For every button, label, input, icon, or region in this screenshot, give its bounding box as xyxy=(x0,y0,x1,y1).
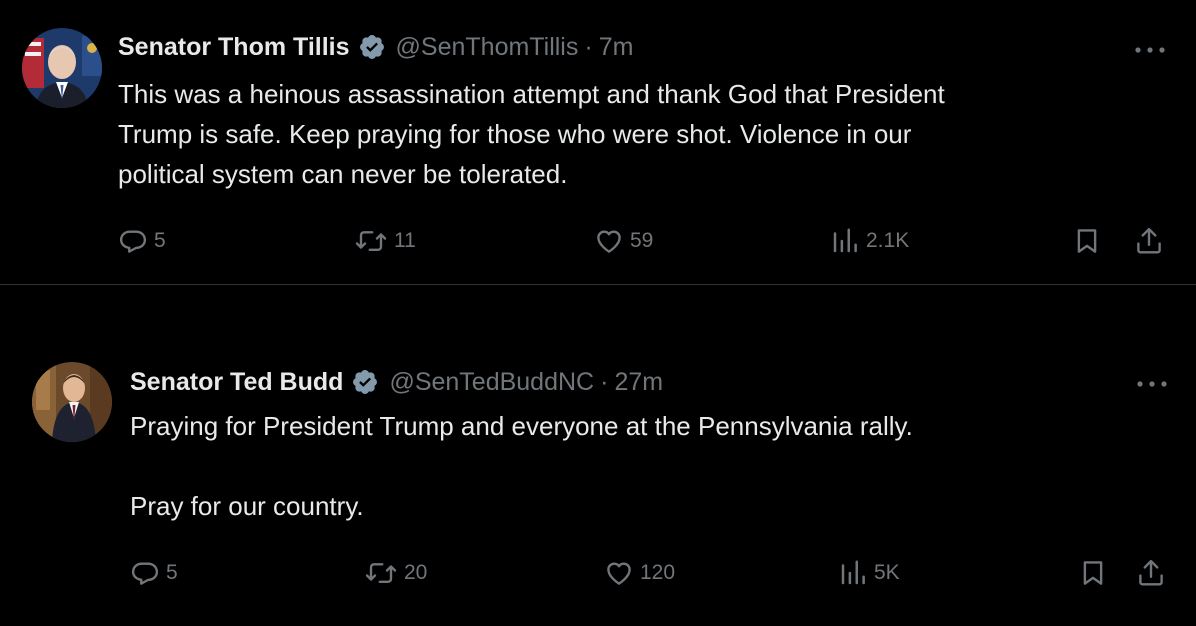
like-button[interactable]: 120 xyxy=(604,558,675,588)
like-button[interactable]: 59 xyxy=(594,226,653,256)
avatar[interactable] xyxy=(22,28,102,108)
verified-badge-icon xyxy=(358,33,386,61)
action-bar: 5 20 120 5K xyxy=(130,558,1170,588)
views-icon xyxy=(838,558,868,588)
tweet-card[interactable]: Senator Ted Budd @SenTedBuddNC · 27m Pra… xyxy=(0,286,1196,626)
action-bar: 5 11 59 2.1K xyxy=(118,226,1168,256)
share-icon[interactable] xyxy=(1134,226,1164,256)
repost-count: 11 xyxy=(394,229,416,252)
tweet-text: Praying for President Trump and everyone… xyxy=(130,411,913,521)
reply-count: 5 xyxy=(154,229,166,252)
separator-dot: · xyxy=(600,368,609,396)
views-icon xyxy=(830,226,860,256)
bookmark-icon[interactable] xyxy=(1078,558,1108,588)
author-handle[interactable]: @SenTedBuddNC xyxy=(389,367,594,397)
reply-count: 5 xyxy=(166,561,178,584)
views-button[interactable]: 2.1K xyxy=(830,226,909,256)
more-icon[interactable] xyxy=(1132,40,1168,60)
repost-icon xyxy=(364,558,398,588)
views-count: 5K xyxy=(874,561,900,584)
timestamp[interactable]: 7m xyxy=(599,32,634,62)
repost-icon xyxy=(354,226,388,256)
verified-badge-icon xyxy=(351,368,379,396)
views-count: 2.1K xyxy=(866,229,910,252)
tweet-text: This was a heinous assassination attempt… xyxy=(118,79,945,189)
repost-button[interactable]: 20 xyxy=(364,558,427,588)
repost-count: 20 xyxy=(404,561,428,584)
share-icon[interactable] xyxy=(1136,558,1166,588)
tweet-header: Senator Thom Tillis @SenThomTillis · 7m xyxy=(118,32,633,62)
avatar[interactable] xyxy=(32,362,112,442)
like-count: 59 xyxy=(630,229,654,252)
heart-icon xyxy=(604,558,634,588)
tweet-header: Senator Ted Budd @SenTedBuddNC · 27m xyxy=(130,367,663,397)
like-count: 120 xyxy=(640,561,676,584)
reply-button[interactable]: 5 xyxy=(130,558,178,588)
more-icon[interactable] xyxy=(1134,374,1170,394)
timestamp[interactable]: 27m xyxy=(614,367,663,397)
reply-icon xyxy=(130,558,160,588)
reply-icon xyxy=(118,226,148,256)
tweet-card[interactable]: Senator Thom Tillis @SenThomTillis · 7m … xyxy=(0,0,1196,285)
heart-icon xyxy=(594,226,624,256)
bookmark-icon[interactable] xyxy=(1072,226,1102,256)
author-name[interactable]: Senator Ted Budd xyxy=(130,367,343,397)
views-button[interactable]: 5K xyxy=(838,558,900,588)
separator-dot: · xyxy=(584,33,593,61)
author-name[interactable]: Senator Thom Tillis xyxy=(118,32,350,62)
tweet-divider xyxy=(0,284,1196,285)
reply-button[interactable]: 5 xyxy=(118,226,166,256)
repost-button[interactable]: 11 xyxy=(354,226,416,256)
author-handle[interactable]: @SenThomTillis xyxy=(396,32,579,62)
